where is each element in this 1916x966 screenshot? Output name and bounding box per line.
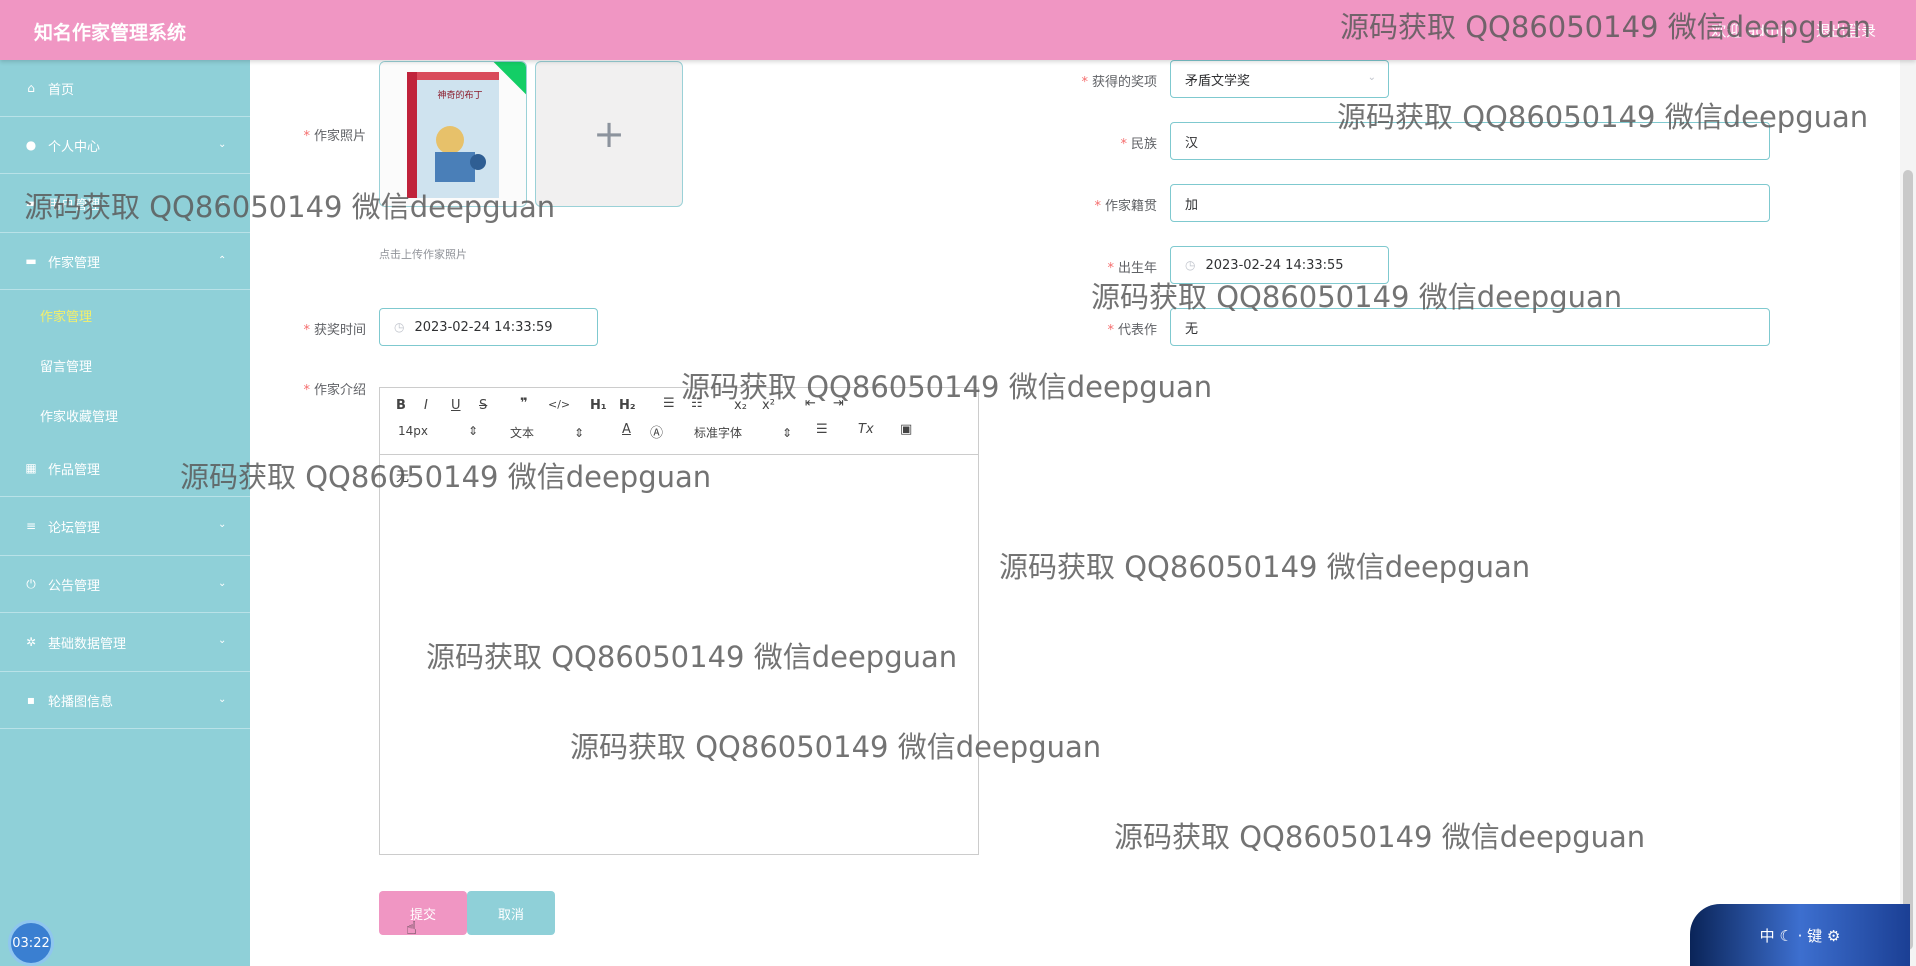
clock-icon: ◷: [394, 320, 405, 334]
cancel-button[interactable]: 取消: [467, 891, 555, 935]
settings-icon: ✲: [25, 635, 37, 649]
award-select[interactable]: 矛盾文学奖 ⌄: [1170, 60, 1389, 98]
birth-year-value: 2023-02-24 14:33:55: [1205, 257, 1344, 273]
heading1-icon[interactable]: H₁: [590, 398, 607, 413]
sidebar-item-label: 个人中心: [48, 139, 101, 155]
font-family-select[interactable]: 标准字体 ⇕: [694, 424, 792, 441]
sidebar-item-basic-data[interactable]: ✲ 基础数据管理 ⌄: [0, 613, 250, 672]
watermark: 源码获取 QQ86050149 微信deepguan: [1337, 100, 1869, 134]
sidebar-subitem-writers[interactable]: 作家管理: [0, 290, 250, 340]
ethnicity-value: 汉: [1185, 135, 1199, 151]
watermark: 源码获取 QQ86050149 微信deepguan: [180, 460, 712, 494]
chevron-down-icon: ⌄: [218, 139, 227, 150]
grid-icon: ▦: [25, 461, 37, 475]
sidebar-item-label: 首页: [48, 82, 75, 98]
chat-icon: ▪: [26, 693, 36, 707]
native-place-label: * 作家籍贯: [1094, 199, 1157, 214]
sidebar-item-label: 论坛管理: [48, 520, 101, 536]
paragraph-select[interactable]: 文本 ⇕: [510, 424, 584, 441]
chevron-down-icon: ⌄: [218, 694, 227, 705]
masterpiece-label: * 代表作: [1107, 323, 1157, 338]
select-arrows-icon: ⇕: [468, 424, 479, 438]
ethnicity-label: * 民族: [1120, 137, 1157, 152]
hand-cursor-icon: ☝: [406, 918, 417, 939]
sidebar-item-label: 作品管理: [48, 462, 101, 478]
blockquote-icon[interactable]: ❞: [520, 396, 528, 411]
sidebar-item-writers[interactable]: ▬ 作家管理 ⌃: [0, 233, 250, 290]
watermark: 源码获取 QQ86050149 微信deepguan: [24, 190, 556, 224]
native-place-input[interactable]: 加: [1170, 184, 1770, 222]
sidebar-item-label: 基础数据管理: [48, 636, 127, 652]
watermark: 源码获取 QQ86050149 微信deepguan: [426, 640, 958, 674]
strikethrough-icon[interactable]: S: [479, 398, 487, 413]
font-size-select[interactable]: 14px ⇕: [398, 424, 478, 438]
select-arrows-icon: ⇕: [574, 426, 585, 440]
bold-icon[interactable]: B: [396, 398, 406, 413]
photo-upload-button[interactable]: +: [535, 61, 683, 207]
sidebar-item-personal[interactable]: ● 个人中心 ⌄: [0, 117, 250, 174]
plus-icon: +: [593, 112, 625, 156]
masterpiece-value: 无: [1185, 321, 1199, 337]
chevron-down-icon: ⌄: [1367, 72, 1376, 83]
award-time-label: * 获奖时间: [303, 323, 366, 338]
sidebar-item-label: 轮播图信息: [48, 694, 114, 710]
sidebar-subitem-favorites[interactable]: 作家收藏管理: [0, 390, 250, 440]
watermark: 源码获取 QQ86050149 微信deepguan: [570, 730, 1102, 764]
sidebar-item-carousel[interactable]: ▪ 轮播图信息 ⌄: [0, 672, 250, 729]
photo-upload-hint: 点击上传作家照片: [379, 248, 467, 261]
sidebar-subitem-messages[interactable]: 留言管理: [0, 340, 250, 390]
native-place-value: 加: [1185, 197, 1199, 213]
chevron-down-icon: ⌄: [218, 578, 227, 589]
chevron-down-icon: ⌄: [218, 635, 227, 646]
sidebar-item-label: 公告管理: [48, 578, 101, 594]
award-label: * 获得的奖项: [1081, 75, 1157, 90]
list-icon: ≡: [25, 519, 37, 533]
award-select-value: 矛盾文学奖: [1185, 73, 1251, 89]
code-icon[interactable]: </>: [548, 398, 570, 411]
photo-label: * 作家照片: [303, 129, 366, 144]
sidebar-item-forum[interactable]: ≡ 论坛管理 ⌄: [0, 497, 250, 556]
home-icon: ⌂: [27, 81, 35, 95]
background-color-icon[interactable]: Ⓐ: [650, 422, 663, 441]
clock-widget: 03:22: [8, 920, 54, 966]
sidebar-item-label: 作家管理: [48, 255, 101, 271]
page-scrollbar-thumb[interactable]: [1903, 170, 1913, 950]
ordered-list-icon[interactable]: ☰: [663, 396, 675, 411]
briefcase-icon: ▬: [25, 254, 37, 268]
chevron-down-icon: ⌄: [218, 519, 227, 530]
decor-widget: 中 ☾ · 键 ⚙: [1690, 904, 1910, 966]
submit-button[interactable]: 提交: [379, 891, 467, 935]
power-icon: ⏻: [26, 577, 36, 591]
select-arrows-icon: ⇕: [782, 426, 793, 440]
user-icon: ●: [25, 138, 37, 152]
watermark: 源码获取 QQ86050149 微信deepguan: [999, 550, 1531, 584]
clock-icon: ◷: [1185, 258, 1196, 272]
italic-icon[interactable]: I: [424, 398, 428, 413]
watermark: 源码获取 QQ86050149 微信deepguan: [681, 370, 1213, 404]
watermark: 源码获取 QQ86050149 微信deepguan: [1091, 280, 1623, 314]
image-icon[interactable]: ▣: [900, 422, 912, 437]
watermark: 源码获取 QQ86050149 微信deepguan: [1340, 10, 1872, 44]
sidebar-item-notice[interactable]: ⏻ 公告管理 ⌄: [0, 556, 250, 613]
svg-text:神奇的布丁: 神奇的布丁: [437, 89, 482, 101]
font-color-icon[interactable]: A: [622, 422, 631, 437]
chevron-up-icon: ⌃: [218, 255, 227, 266]
app-title: 知名作家管理系统: [34, 22, 187, 44]
sidebar-item-home[interactable]: ⌂ 首页: [0, 60, 250, 117]
watermark: 源码获取 QQ86050149 微信deepguan: [1114, 820, 1646, 854]
clear-format-icon[interactable]: Tx: [858, 422, 874, 437]
award-time-value: 2023-02-24 14:33:59: [414, 319, 553, 335]
align-icon[interactable]: ☰: [816, 422, 828, 437]
intro-label: * 作家介绍: [303, 383, 366, 398]
award-time-picker[interactable]: ◷ 2023-02-24 14:33:59: [379, 308, 598, 346]
heading2-icon[interactable]: H₂: [619, 398, 636, 413]
underline-icon[interactable]: U: [451, 398, 461, 413]
